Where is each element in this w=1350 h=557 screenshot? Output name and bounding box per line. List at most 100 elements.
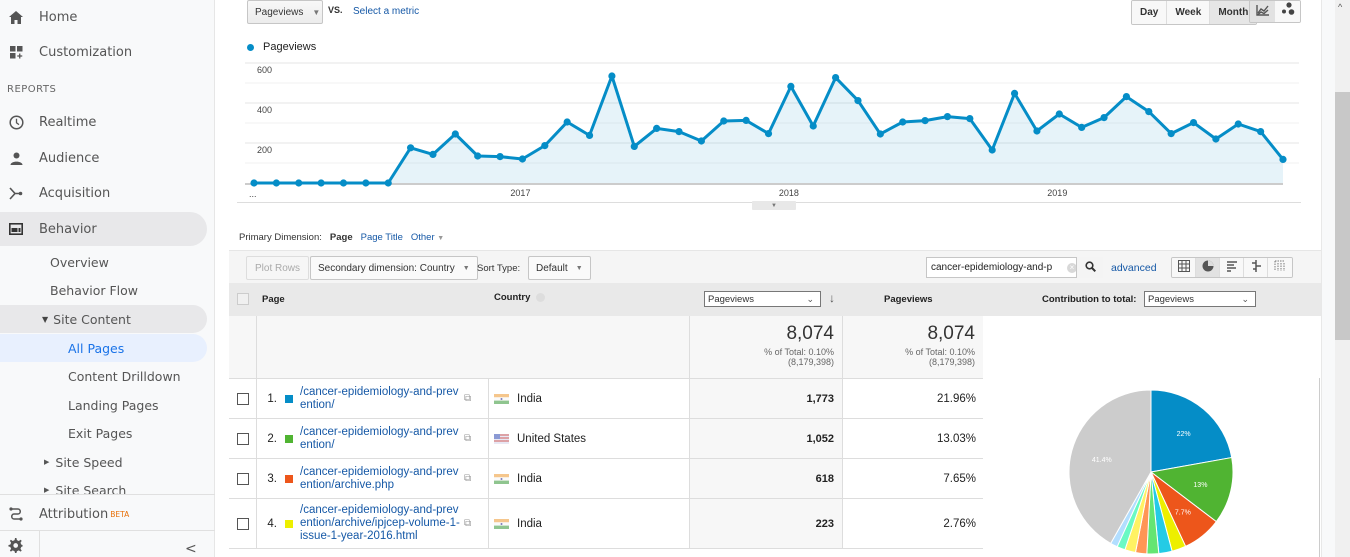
percentage-view-button[interactable] — [1196, 258, 1220, 277]
data-point[interactable] — [675, 128, 682, 135]
country-link[interactable]: India — [517, 473, 542, 485]
sidebar-item-site-content[interactable]: ▼ Site Content — [0, 305, 207, 333]
open-page-icon[interactable]: ⧉ — [464, 518, 471, 529]
data-point[interactable] — [832, 74, 839, 81]
scroll-up-arrow-icon[interactable]: ^ — [1338, 2, 1342, 12]
sidebar-item-exit-pages[interactable]: Exit Pages — [0, 419, 207, 447]
data-view-button[interactable] — [1172, 258, 1196, 277]
row-checkbox[interactable] — [237, 393, 249, 405]
data-point[interactable] — [340, 179, 347, 186]
sidebar-item-home[interactable]: Home — [0, 0, 207, 34]
data-point[interactable] — [586, 132, 593, 139]
open-page-icon[interactable]: ⧉ — [464, 393, 471, 404]
data-point[interactable] — [787, 83, 794, 90]
column-header-page[interactable]: Page — [262, 294, 285, 305]
sidebar-item-all-pages[interactable]: All Pages — [0, 334, 207, 362]
scrollbar-thumb[interactable] — [1335, 92, 1350, 340]
sidebar-item-site-speed[interactable]: ▶ Site Speed — [0, 448, 207, 476]
sidebar-item-overview[interactable]: Overview — [0, 248, 207, 276]
data-point[interactable] — [1123, 93, 1130, 100]
line-chart-button[interactable] — [1250, 1, 1275, 22]
data-point[interactable] — [1078, 124, 1085, 131]
sidebar-item-landing-pages[interactable]: Landing Pages — [0, 391, 207, 419]
data-point[interactable] — [743, 117, 750, 124]
data-point[interactable] — [1168, 130, 1175, 137]
page-link[interactable]: /cancer-epidemiology-and-prevention/ — [300, 426, 460, 452]
country-link[interactable]: United States — [517, 433, 586, 445]
remove-dimension-icon[interactable] — [536, 293, 545, 302]
data-point[interactable] — [631, 143, 638, 150]
plot-rows-button[interactable]: Plot Rows — [246, 256, 309, 280]
select-metric-link[interactable]: Select a metric — [353, 6, 419, 17]
period-week-button[interactable]: Week — [1167, 1, 1210, 24]
sidebar-item-site-search[interactable]: ▶ Site Search — [0, 482, 207, 494]
data-point[interactable] — [608, 72, 615, 79]
data-point[interactable] — [877, 130, 884, 137]
comparison-view-button[interactable] — [1244, 258, 1268, 277]
data-point[interactable] — [921, 117, 928, 124]
data-point[interactable] — [362, 179, 369, 186]
page-link[interactable]: /cancer-epidemiology-and-prevention/arch… — [300, 504, 460, 543]
sidebar-item-audience[interactable]: Audience — [0, 141, 207, 175]
data-point[interactable] — [1257, 128, 1264, 135]
open-page-icon[interactable]: ⧉ — [464, 473, 471, 484]
data-point[interactable] — [250, 179, 257, 186]
sidebar-item-content-drilldown[interactable]: Content Drilldown — [0, 362, 207, 390]
data-point[interactable] — [1212, 135, 1219, 142]
data-point[interactable] — [1033, 127, 1040, 134]
vertical-scrollbar[interactable]: ^ — [1335, 0, 1350, 557]
data-point[interactable] — [474, 152, 481, 159]
data-point[interactable] — [854, 97, 861, 104]
advanced-filter-link[interactable]: advanced — [1111, 262, 1157, 274]
column-header-country[interactable]: Country — [494, 292, 545, 303]
open-page-icon[interactable]: ⧉ — [464, 433, 471, 444]
sidebar-item-behavior-flow[interactable]: Behavior Flow — [0, 276, 207, 304]
sort-type-select[interactable]: Default ▼ — [528, 256, 591, 280]
data-point[interactable] — [899, 118, 906, 125]
data-point[interactable] — [653, 125, 660, 132]
performance-view-button[interactable] — [1220, 258, 1244, 277]
row-checkbox[interactable] — [237, 518, 249, 530]
data-point[interactable] — [1279, 156, 1286, 163]
data-point[interactable] — [273, 179, 280, 186]
select-all-checkbox[interactable] — [237, 293, 249, 305]
data-point[interactable] — [966, 115, 973, 122]
data-point[interactable] — [810, 122, 817, 129]
sidebar-item-realtime[interactable]: Realtime — [0, 105, 207, 139]
metric-select[interactable]: Pageviews ▼ — [247, 0, 323, 24]
data-point[interactable] — [541, 142, 548, 149]
sidebar-item-customization[interactable]: Customization — [0, 35, 207, 69]
data-point[interactable] — [1056, 110, 1063, 117]
data-point[interactable] — [944, 113, 951, 120]
metric-column-select[interactable]: Pageviews ⌄ — [704, 291, 821, 307]
data-point[interactable] — [1145, 108, 1152, 115]
data-point[interactable] — [385, 179, 392, 186]
data-point[interactable] — [519, 155, 526, 162]
data-point[interactable] — [429, 151, 436, 158]
sidebar-item-acquisition[interactable]: Acquisition — [0, 176, 207, 210]
data-point[interactable] — [720, 117, 727, 124]
data-point[interactable] — [989, 146, 996, 153]
data-point[interactable] — [407, 144, 414, 151]
data-point[interactable] — [496, 153, 503, 160]
row-checkbox[interactable] — [237, 473, 249, 485]
chart-resize-handle[interactable]: ▼ — [752, 201, 796, 210]
data-point[interactable] — [1190, 119, 1197, 126]
data-point[interactable] — [765, 130, 772, 137]
sidebar-item-attribution[interactable]: Attribution BETA — [0, 497, 215, 531]
motion-chart-button[interactable] — [1275, 1, 1300, 22]
data-point[interactable] — [1100, 114, 1107, 121]
secondary-dimension-select[interactable]: Secondary dimension: Country ▼ — [310, 256, 478, 280]
page-link[interactable]: /cancer-epidemiology-and-prevention/arch… — [300, 466, 460, 492]
collapse-sidebar-button[interactable]: < — [185, 541, 197, 557]
search-button[interactable] — [1076, 257, 1103, 278]
data-point[interactable] — [564, 118, 571, 125]
table-search-input[interactable] — [927, 262, 1067, 273]
data-point[interactable] — [1011, 90, 1018, 97]
country-link[interactable]: India — [517, 393, 542, 405]
data-point[interactable] — [318, 179, 325, 186]
primary-dimension-page-title[interactable]: Page Title — [361, 232, 403, 243]
pivot-view-button[interactable] — [1268, 258, 1292, 277]
row-checkbox[interactable] — [237, 433, 249, 445]
primary-dimension-other[interactable]: Other ▼ — [411, 232, 444, 243]
